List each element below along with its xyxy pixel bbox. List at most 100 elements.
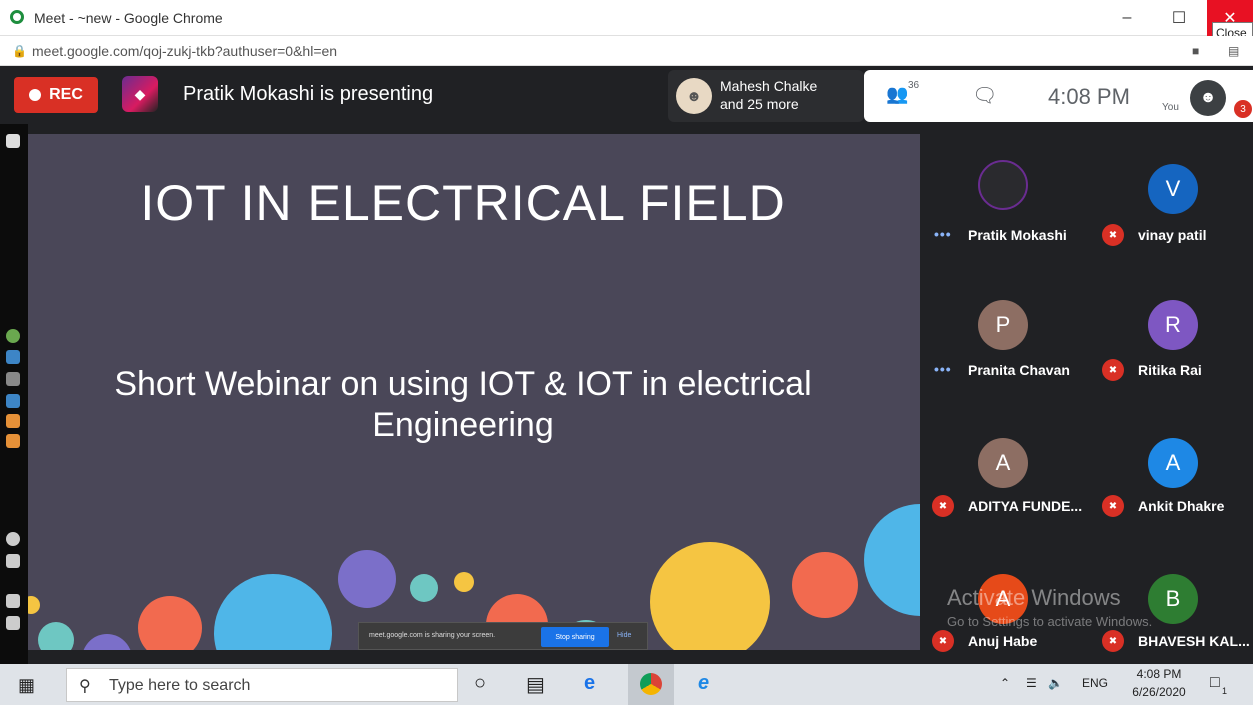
presenting-status: Pratik Mokashi is presenting xyxy=(183,83,434,105)
self-avatar[interactable]: ☻ xyxy=(1190,80,1226,116)
mic-muted-icon: ✖ xyxy=(932,495,954,517)
desktop-item-icon[interactable] xyxy=(6,134,20,148)
decor-circle xyxy=(338,550,396,608)
cortana-icon[interactable]: ○ xyxy=(474,672,486,695)
shield-icon[interactable] xyxy=(6,532,20,546)
desktop-item-icon[interactable] xyxy=(6,414,20,428)
participant-grid: ••• Pratik Mokashi V ✖ vinay patil P •••… xyxy=(920,124,1253,664)
chevron-up-icon[interactable]: ⌃ xyxy=(1000,676,1010,690)
participant-avatar[interactable]: A xyxy=(978,438,1028,488)
window-title: Meet - ~new - Google Chrome xyxy=(34,10,223,26)
maximize-button[interactable]: ☐ xyxy=(1156,0,1202,36)
decor-circle xyxy=(864,504,920,616)
browser-titlebar: Meet - ~new - Google Chrome – ☐ ✕ xyxy=(0,0,1253,36)
taskbar-date[interactable]: 6/26/2020 xyxy=(1124,685,1194,699)
mic-muted-icon: ✖ xyxy=(932,630,954,652)
decor-circle xyxy=(82,634,132,650)
mic-muted-icon: ✖ xyxy=(1102,224,1124,246)
share-banner-message: meet.google.com is sharing your screen. xyxy=(369,632,496,639)
decor-circle xyxy=(650,542,770,650)
participant-avatar[interactable]: P xyxy=(978,300,1028,350)
slide-subtitle-line-1: Short Webinar on using IOT & IOT in elec… xyxy=(114,365,812,403)
url-text[interactable]: meet.google.com/qoj-zukj-tkb?authuser=0&… xyxy=(32,43,337,59)
internet-explorer-icon[interactable]: e xyxy=(698,672,709,695)
activate-windows-watermark: Activate Windows xyxy=(947,585,1121,610)
search-icon: ⚲ xyxy=(79,678,91,695)
chrome-icon xyxy=(640,673,662,695)
speaking-indicator-icon: ••• xyxy=(934,361,952,377)
desktop-item-icon[interactable] xyxy=(6,350,20,364)
meeting-clock: 4:08 PM xyxy=(1048,84,1130,109)
decor-circle xyxy=(214,574,332,650)
volume-icon[interactable]: 🔈 xyxy=(1048,676,1063,690)
you-label: You xyxy=(1162,102,1179,113)
desktop-item-icon[interactable] xyxy=(6,554,20,568)
mic-muted-icon: ✖ xyxy=(1102,359,1124,381)
people-chip[interactable]: ☻ Mahesh Chalke and 25 more xyxy=(668,70,864,122)
minimize-button[interactable]: – xyxy=(1104,0,1150,36)
taskbar-search-box[interactable]: ⚲ Type here to search xyxy=(66,668,458,702)
participant-avatar[interactable]: R xyxy=(1148,300,1198,350)
search-placeholder: Type here to search xyxy=(109,677,251,694)
extensions-icon[interactable]: ▤ xyxy=(1228,44,1239,58)
hide-banner-button[interactable]: Hide xyxy=(617,632,631,639)
lock-icon: 🔒 xyxy=(12,44,27,58)
decor-circle xyxy=(28,596,40,614)
task-view-icon[interactable]: ▤ xyxy=(526,672,545,697)
desktop-item-icon[interactable] xyxy=(6,434,20,448)
action-center-icon[interactable]: □ xyxy=(1210,674,1220,692)
participant-avatar[interactable]: V xyxy=(1148,164,1198,214)
recording-label: REC xyxy=(49,86,83,103)
music-icon[interactable] xyxy=(6,594,20,608)
people-chip-name: Mahesh Chalke xyxy=(720,78,818,94)
meet-top-bar: REC ◆ Pratik Mokashi is presenting ☻ Mah… xyxy=(0,66,1253,124)
stop-sharing-button[interactable]: Stop sharing xyxy=(541,627,609,647)
recording-button[interactable]: REC xyxy=(14,77,98,113)
taskbar-time[interactable]: 4:08 PM xyxy=(1124,667,1194,681)
network-icon[interactable]: ☰ xyxy=(1026,676,1037,690)
edge-icon[interactable]: e xyxy=(584,672,595,695)
people-chip-more: and 25 more xyxy=(720,96,799,112)
windows-start-icon[interactable]: ▦ xyxy=(18,675,35,696)
participant-avatar[interactable] xyxy=(978,160,1028,210)
people-icon[interactable]: 👥 xyxy=(886,84,908,105)
desktop-item-icon[interactable] xyxy=(6,372,20,386)
language-indicator[interactable]: ENG xyxy=(1082,676,1108,690)
decor-circle xyxy=(138,596,202,650)
slide-title: IOT IN ELECTRICAL FIELD xyxy=(140,175,786,231)
camera-indicator-icon[interactable]: ■ xyxy=(1192,44,1199,58)
meet-controls: 👥 36 🗨 4:08 PM You ☻ 3 xyxy=(864,70,1253,122)
participant-name: Ankit Dhakre xyxy=(1138,498,1225,514)
mic-muted-icon: ✖ xyxy=(1102,630,1124,652)
desktop-item-icon[interactable] xyxy=(6,394,20,408)
decor-circle xyxy=(38,622,74,650)
participant-name: vinay patil xyxy=(1138,227,1207,243)
decor-circle xyxy=(454,572,474,592)
participant-name: Ritika Rai xyxy=(1138,362,1202,378)
activate-windows-hint: Go to Settings to activate Windows. xyxy=(947,614,1153,629)
screen-share-banner: meet.google.com is sharing your screen. … xyxy=(358,622,648,650)
address-bar[interactable]: 🔒 meet.google.com/qoj-zukj-tkb?authuser=… xyxy=(0,36,1253,66)
windows-taskbar: ▦ ⚲ Type here to search ○ ▤ e e ⌃ ☰ 🔈 EN… xyxy=(0,664,1253,705)
participant-count: 36 xyxy=(908,80,920,91)
meet-favicon-icon xyxy=(10,10,24,24)
desktop-item-icon[interactable] xyxy=(6,329,20,343)
participant-avatar[interactable]: A xyxy=(1148,438,1198,488)
notification-badge: 3 xyxy=(1234,100,1252,118)
slide-subtitle-line-2: Engineering xyxy=(372,406,554,445)
desktop-item-icon[interactable] xyxy=(6,616,20,630)
participant-name: Pratik Mokashi xyxy=(968,227,1067,243)
chrome-taskbar-button[interactable] xyxy=(628,664,674,705)
participant-avatar: ☻ xyxy=(676,78,712,114)
participant-name: Anuj Habe xyxy=(968,633,1038,649)
participant-name: BHAVESH KAL... xyxy=(1138,633,1250,649)
chat-icon[interactable]: 🗨 xyxy=(972,83,997,108)
decor-circle xyxy=(792,552,858,618)
participant-avatar[interactable]: B xyxy=(1148,574,1198,624)
presented-slide: IOT IN ELECTRICAL FIELD Short Webinar on… xyxy=(28,134,920,650)
participant-name: Pranita Chavan xyxy=(968,362,1070,378)
decor-circle xyxy=(410,574,438,602)
speaking-indicator-icon: ••• xyxy=(934,226,952,242)
presenter-avatar: ◆ xyxy=(122,76,158,112)
participant-name: ADITYA FUNDE... xyxy=(968,498,1083,514)
